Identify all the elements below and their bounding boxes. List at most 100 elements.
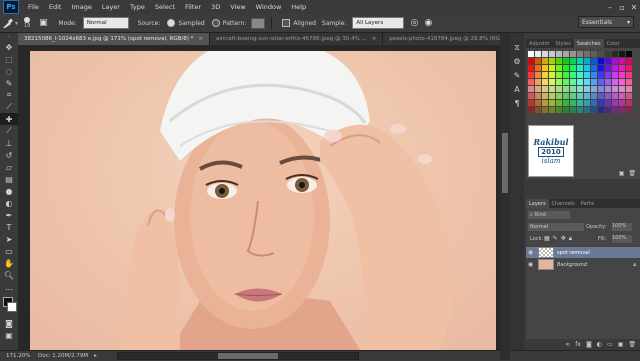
color-swatch[interactable] bbox=[549, 107, 555, 113]
tab-swatches[interactable]: Swatches bbox=[573, 39, 604, 48]
color-swatch[interactable] bbox=[563, 79, 569, 85]
color-swatch[interactable] bbox=[584, 51, 590, 57]
dodge-tool-icon[interactable]: ◐ bbox=[0, 197, 18, 209]
blend-mode-select[interactable]: Normal bbox=[528, 223, 584, 231]
color-swatch[interactable] bbox=[535, 93, 541, 99]
color-swatch[interactable] bbox=[535, 86, 541, 92]
menu-file[interactable]: File bbox=[23, 3, 44, 11]
properties-icon[interactable]: ⚙ bbox=[510, 57, 524, 71]
tab-color[interactable]: Color bbox=[604, 39, 623, 48]
brush-tool-icon[interactable]: ⟋ bbox=[0, 125, 18, 137]
color-swatch[interactable] bbox=[556, 100, 562, 106]
color-swatch[interactable] bbox=[570, 58, 576, 64]
folder-icon[interactable]: ▭ bbox=[607, 341, 613, 348]
color-swatch[interactable] bbox=[556, 107, 562, 113]
color-swatch[interactable] bbox=[570, 107, 576, 113]
collapse-icon[interactable]: » bbox=[0, 33, 18, 41]
color-swatch[interactable] bbox=[612, 72, 618, 78]
lasso-tool-icon[interactable]: ◌ bbox=[0, 65, 18, 77]
pen-tool-icon[interactable]: ✒ bbox=[0, 209, 18, 221]
tab-paths[interactable]: Paths bbox=[578, 199, 598, 208]
color-swatch[interactable] bbox=[528, 58, 534, 64]
color-swatch[interactable] bbox=[542, 72, 548, 78]
blur-tool-icon[interactable]: ● bbox=[0, 185, 18, 197]
color-swatch[interactable] bbox=[612, 79, 618, 85]
color-swatch[interactable] bbox=[563, 65, 569, 71]
color-swatch[interactable] bbox=[528, 100, 534, 106]
color-swatch[interactable] bbox=[591, 107, 597, 113]
color-swatch[interactable] bbox=[563, 107, 569, 113]
color-swatch[interactable] bbox=[598, 72, 604, 78]
color-swatch[interactable] bbox=[542, 107, 548, 113]
layer-filter-select[interactable]: ⌕ Kind bbox=[528, 211, 570, 219]
color-swatch[interactable] bbox=[598, 65, 604, 71]
color-swatch[interactable] bbox=[570, 72, 576, 78]
color-swatch[interactable] bbox=[535, 65, 541, 71]
swatch-grid[interactable] bbox=[528, 51, 638, 117]
workspace-select[interactable]: Essentials ▾ bbox=[578, 16, 634, 28]
color-swatch[interactable] bbox=[535, 72, 541, 78]
color-swatch[interactable] bbox=[598, 107, 604, 113]
menu-view[interactable]: View bbox=[225, 3, 250, 11]
color-swatch[interactable] bbox=[528, 93, 534, 99]
eraser-tool-icon[interactable]: ▱ bbox=[0, 161, 18, 173]
color-swatch[interactable] bbox=[591, 100, 597, 106]
color-swatch[interactable] bbox=[584, 79, 590, 85]
color-swatch[interactable] bbox=[556, 72, 562, 78]
color-swatch[interactable] bbox=[605, 93, 611, 99]
color-swatch[interactable] bbox=[528, 72, 534, 78]
color-swatch[interactable] bbox=[591, 58, 597, 64]
lock-icons[interactable]: ▦✎✥🔒︎ bbox=[544, 235, 575, 243]
color-swatch[interactable] bbox=[605, 86, 611, 92]
color-swatch[interactable] bbox=[556, 93, 562, 99]
color-swatch[interactable] bbox=[626, 79, 632, 85]
pattern-radio[interactable] bbox=[211, 19, 220, 27]
menu-window[interactable]: Window bbox=[251, 3, 287, 11]
color-swatch[interactable] bbox=[591, 72, 597, 78]
color-swatch[interactable] bbox=[605, 65, 611, 71]
eye-icon[interactable]: ◉ bbox=[526, 260, 535, 269]
path-selection-tool-icon[interactable]: ➤ bbox=[0, 233, 18, 245]
color-swatch[interactable] bbox=[598, 79, 604, 85]
history-icon[interactable]: ⧖ bbox=[510, 43, 524, 57]
color-swatch[interactable] bbox=[570, 93, 576, 99]
color-swatch[interactable] bbox=[577, 51, 583, 57]
color-swatch[interactable] bbox=[626, 72, 632, 78]
color-swatch[interactable] bbox=[605, 79, 611, 85]
color-swatch[interactable] bbox=[535, 58, 541, 64]
color-swatch[interactable] bbox=[549, 100, 555, 106]
color-swatch[interactable] bbox=[626, 100, 632, 106]
color-swatch[interactable] bbox=[542, 79, 548, 85]
close-icon[interactable]: × bbox=[372, 36, 377, 42]
color-swatch[interactable] bbox=[619, 79, 625, 85]
color-swatch[interactable] bbox=[619, 93, 625, 99]
color-swatch[interactable] bbox=[535, 79, 541, 85]
color-swatch[interactable] bbox=[577, 107, 583, 113]
tool-preset-arrow-icon[interactable]: ▾ bbox=[15, 20, 18, 27]
color-swatch[interactable] bbox=[563, 51, 569, 57]
color-swatch[interactable] bbox=[577, 100, 583, 106]
marquee-tool-icon[interactable]: ⬚ bbox=[0, 53, 18, 65]
color-swatch[interactable] bbox=[577, 86, 583, 92]
color-swatch[interactable] bbox=[619, 107, 625, 113]
color-swatch[interactable] bbox=[584, 93, 590, 99]
layer-row-spot-removal[interactable]: ◉ spot removal bbox=[526, 247, 640, 258]
color-swatch[interactable] bbox=[563, 100, 569, 106]
color-swatch[interactable] bbox=[570, 79, 576, 85]
tab-styles[interactable]: Styles bbox=[553, 39, 574, 48]
new-layer-icon[interactable]: ▣ bbox=[618, 341, 624, 348]
color-swatch[interactable] bbox=[626, 51, 632, 57]
tab-document-1[interactable]: 38215086_l-1024x683 e.jpg @ 171% (spot r… bbox=[18, 33, 210, 45]
layer-row-background[interactable]: ◉ Background 🔒︎ bbox=[526, 259, 640, 270]
color-swatch[interactable] bbox=[591, 65, 597, 71]
color-swatch[interactable] bbox=[619, 100, 625, 106]
color-swatch[interactable] bbox=[577, 72, 583, 78]
sampled-radio[interactable] bbox=[167, 19, 176, 27]
pattern-picker[interactable] bbox=[251, 17, 266, 29]
color-swatch[interactable] bbox=[535, 51, 541, 57]
color-swatch[interactable] bbox=[626, 93, 632, 99]
history-brush-tool-icon[interactable]: ↺ bbox=[0, 149, 18, 161]
scrollbar-thumb[interactable] bbox=[502, 133, 508, 193]
color-swatch[interactable] bbox=[612, 86, 618, 92]
color-swatch[interactable] bbox=[542, 86, 548, 92]
